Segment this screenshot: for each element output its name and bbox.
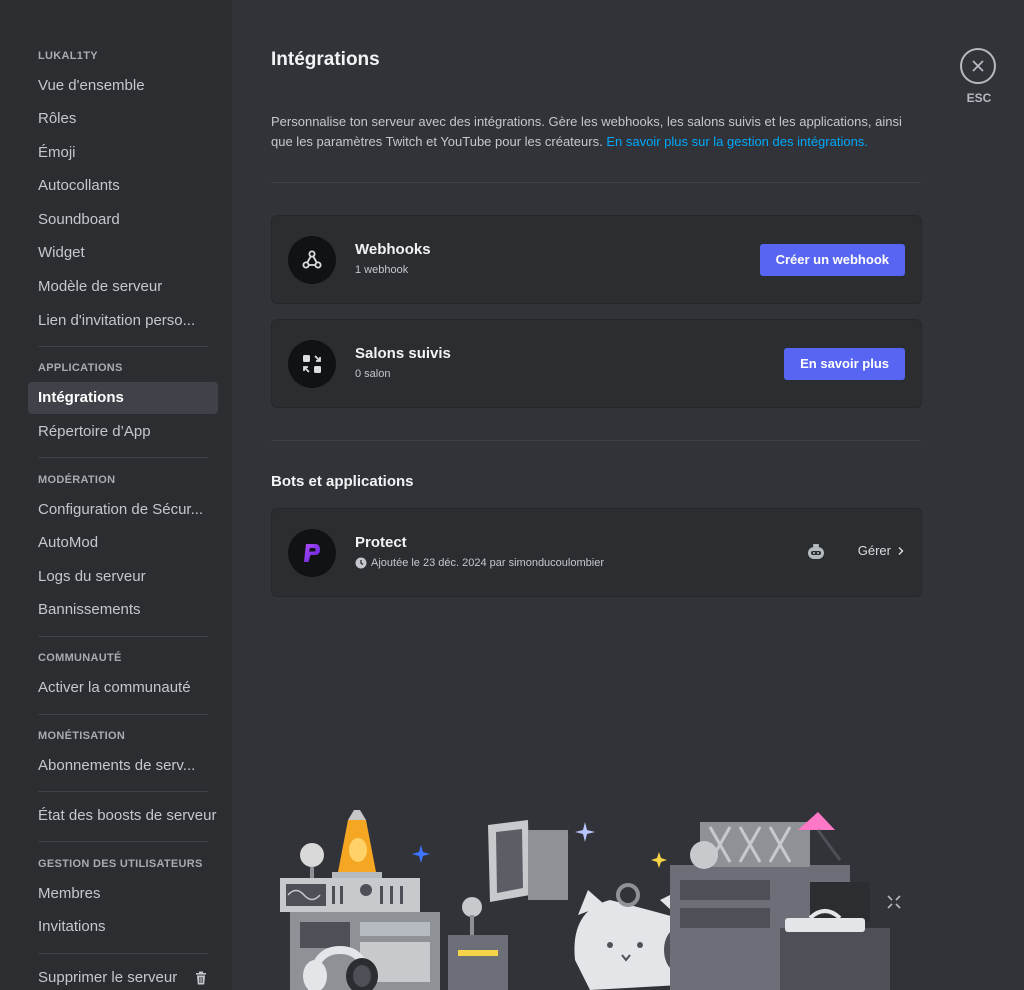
learn-more-button[interactable]: En savoir plus <box>784 348 905 380</box>
followed-channels-title: Salons suivis <box>355 345 451 362</box>
sidebar-item-app-directory[interactable]: Répertoire d’App <box>28 416 218 448</box>
manage-label: Gérer <box>857 543 891 558</box>
webhooks-card[interactable]: Webhooks 1 webhook Créer un webhook <box>271 215 922 304</box>
sidebar-item-roles[interactable]: Rôles <box>28 103 218 135</box>
sidebar-separator <box>38 714 208 715</box>
sidebar-item-safety-setup[interactable]: Configuration de Sécur... <box>28 494 218 526</box>
learn-more-link[interactable]: En savoir plus sur la gestion des intégr… <box>606 134 868 149</box>
decorative-illustration <box>280 810 901 990</box>
sidebar-item-soundboard[interactable]: Soundboard <box>28 204 218 236</box>
esc-label: ESC <box>966 91 992 105</box>
sidebar-item-enable-community[interactable]: Activer la communauté <box>28 672 218 704</box>
sidebar-section-server: LUKAL1TY <box>38 50 98 62</box>
sidebar-section-apps: APPLICATIONS <box>38 362 123 374</box>
page-description: Personnalise ton serveur avec des intégr… <box>271 112 921 152</box>
webhooks-title: Webhooks <box>355 241 431 258</box>
sidebar-item-widget[interactable]: Widget <box>28 237 218 269</box>
delete-server-label: Supprimer le serveur <box>38 969 178 986</box>
sidebar-separator <box>38 346 208 347</box>
sidebar-separator <box>38 791 208 792</box>
sidebar-separator <box>38 953 208 954</box>
sidebar-item-server-subscriptions[interactable]: Abonnements de serv... <box>28 750 218 782</box>
followed-channels-card[interactable]: Salons suivis 0 salon En savoir plus <box>271 319 922 408</box>
settings-sidebar: LUKAL1TY Vue d'ensemble Rôles Émoji Auto… <box>0 0 232 990</box>
clock-icon <box>355 557 367 569</box>
sidebar-item-delete-server[interactable]: Supprimer le serveur <box>28 962 218 990</box>
sidebar-item-stickers[interactable]: Autocollants <box>28 170 218 202</box>
sidebar-item-bans[interactable]: Bannissements <box>28 594 218 626</box>
divider <box>271 182 921 183</box>
sidebar-item-members[interactable]: Membres <box>28 878 218 910</box>
bot-added-text: Ajoutée le 23 déc. 2024 par simonducoulo… <box>371 557 604 569</box>
bot-added-info: Ajoutée le 23 déc. 2024 par simonducoulo… <box>355 557 604 569</box>
sidebar-item-overview[interactable]: Vue d'ensemble <box>28 70 218 102</box>
sidebar-separator <box>38 457 208 458</box>
sidebar-item-invites[interactable]: Invitations <box>28 911 218 943</box>
page-title: Intégrations <box>271 49 380 70</box>
bot-card-protect[interactable]: Protect Ajoutée le 23 déc. 2024 par simo… <box>271 508 922 597</box>
sidebar-item-vanity-url[interactable]: Lien d'invitation perso... <box>28 305 218 337</box>
bot-app-icon <box>808 544 824 559</box>
bots-section-heading: Bots et applications <box>271 473 414 490</box>
close-button[interactable] <box>960 48 996 84</box>
close-icon <box>972 60 984 72</box>
create-webhook-button[interactable]: Créer un webhook <box>759 244 905 276</box>
followed-channels-icon <box>288 340 336 388</box>
sidebar-separator <box>38 636 208 637</box>
webhooks-count: 1 webhook <box>355 264 409 276</box>
chevron-right-icon <box>898 546 904 555</box>
manage-bot-button[interactable]: Gérer <box>858 543 905 558</box>
sidebar-separator <box>38 841 208 842</box>
sidebar-item-boost-status[interactable]: État des boosts de serveur <box>28 800 228 832</box>
sidebar-section-community: COMMUNAUTÉ <box>38 652 122 664</box>
followed-channels-count: 0 salon <box>355 368 391 380</box>
sidebar-section-users: GESTION DES UTILISATEURS <box>38 858 203 870</box>
sidebar-item-server-template[interactable]: Modèle de serveur <box>28 271 218 303</box>
sidebar-item-automod[interactable]: AutoMod <box>28 527 218 559</box>
sidebar-item-audit-log[interactable]: Logs du serveur <box>28 561 218 593</box>
webhook-icon <box>288 236 336 284</box>
divider <box>271 440 921 441</box>
sidebar-section-moderation: MODÉRATION <box>38 474 116 486</box>
sidebar-item-emoji[interactable]: Émoji <box>28 137 218 169</box>
bot-name: Protect <box>355 534 407 551</box>
sidebar-item-integrations[interactable]: Intégrations <box>28 382 218 414</box>
trash-icon <box>196 971 206 985</box>
sidebar-section-monetization: MONÉTISATION <box>38 730 126 742</box>
protect-bot-avatar <box>288 529 336 577</box>
